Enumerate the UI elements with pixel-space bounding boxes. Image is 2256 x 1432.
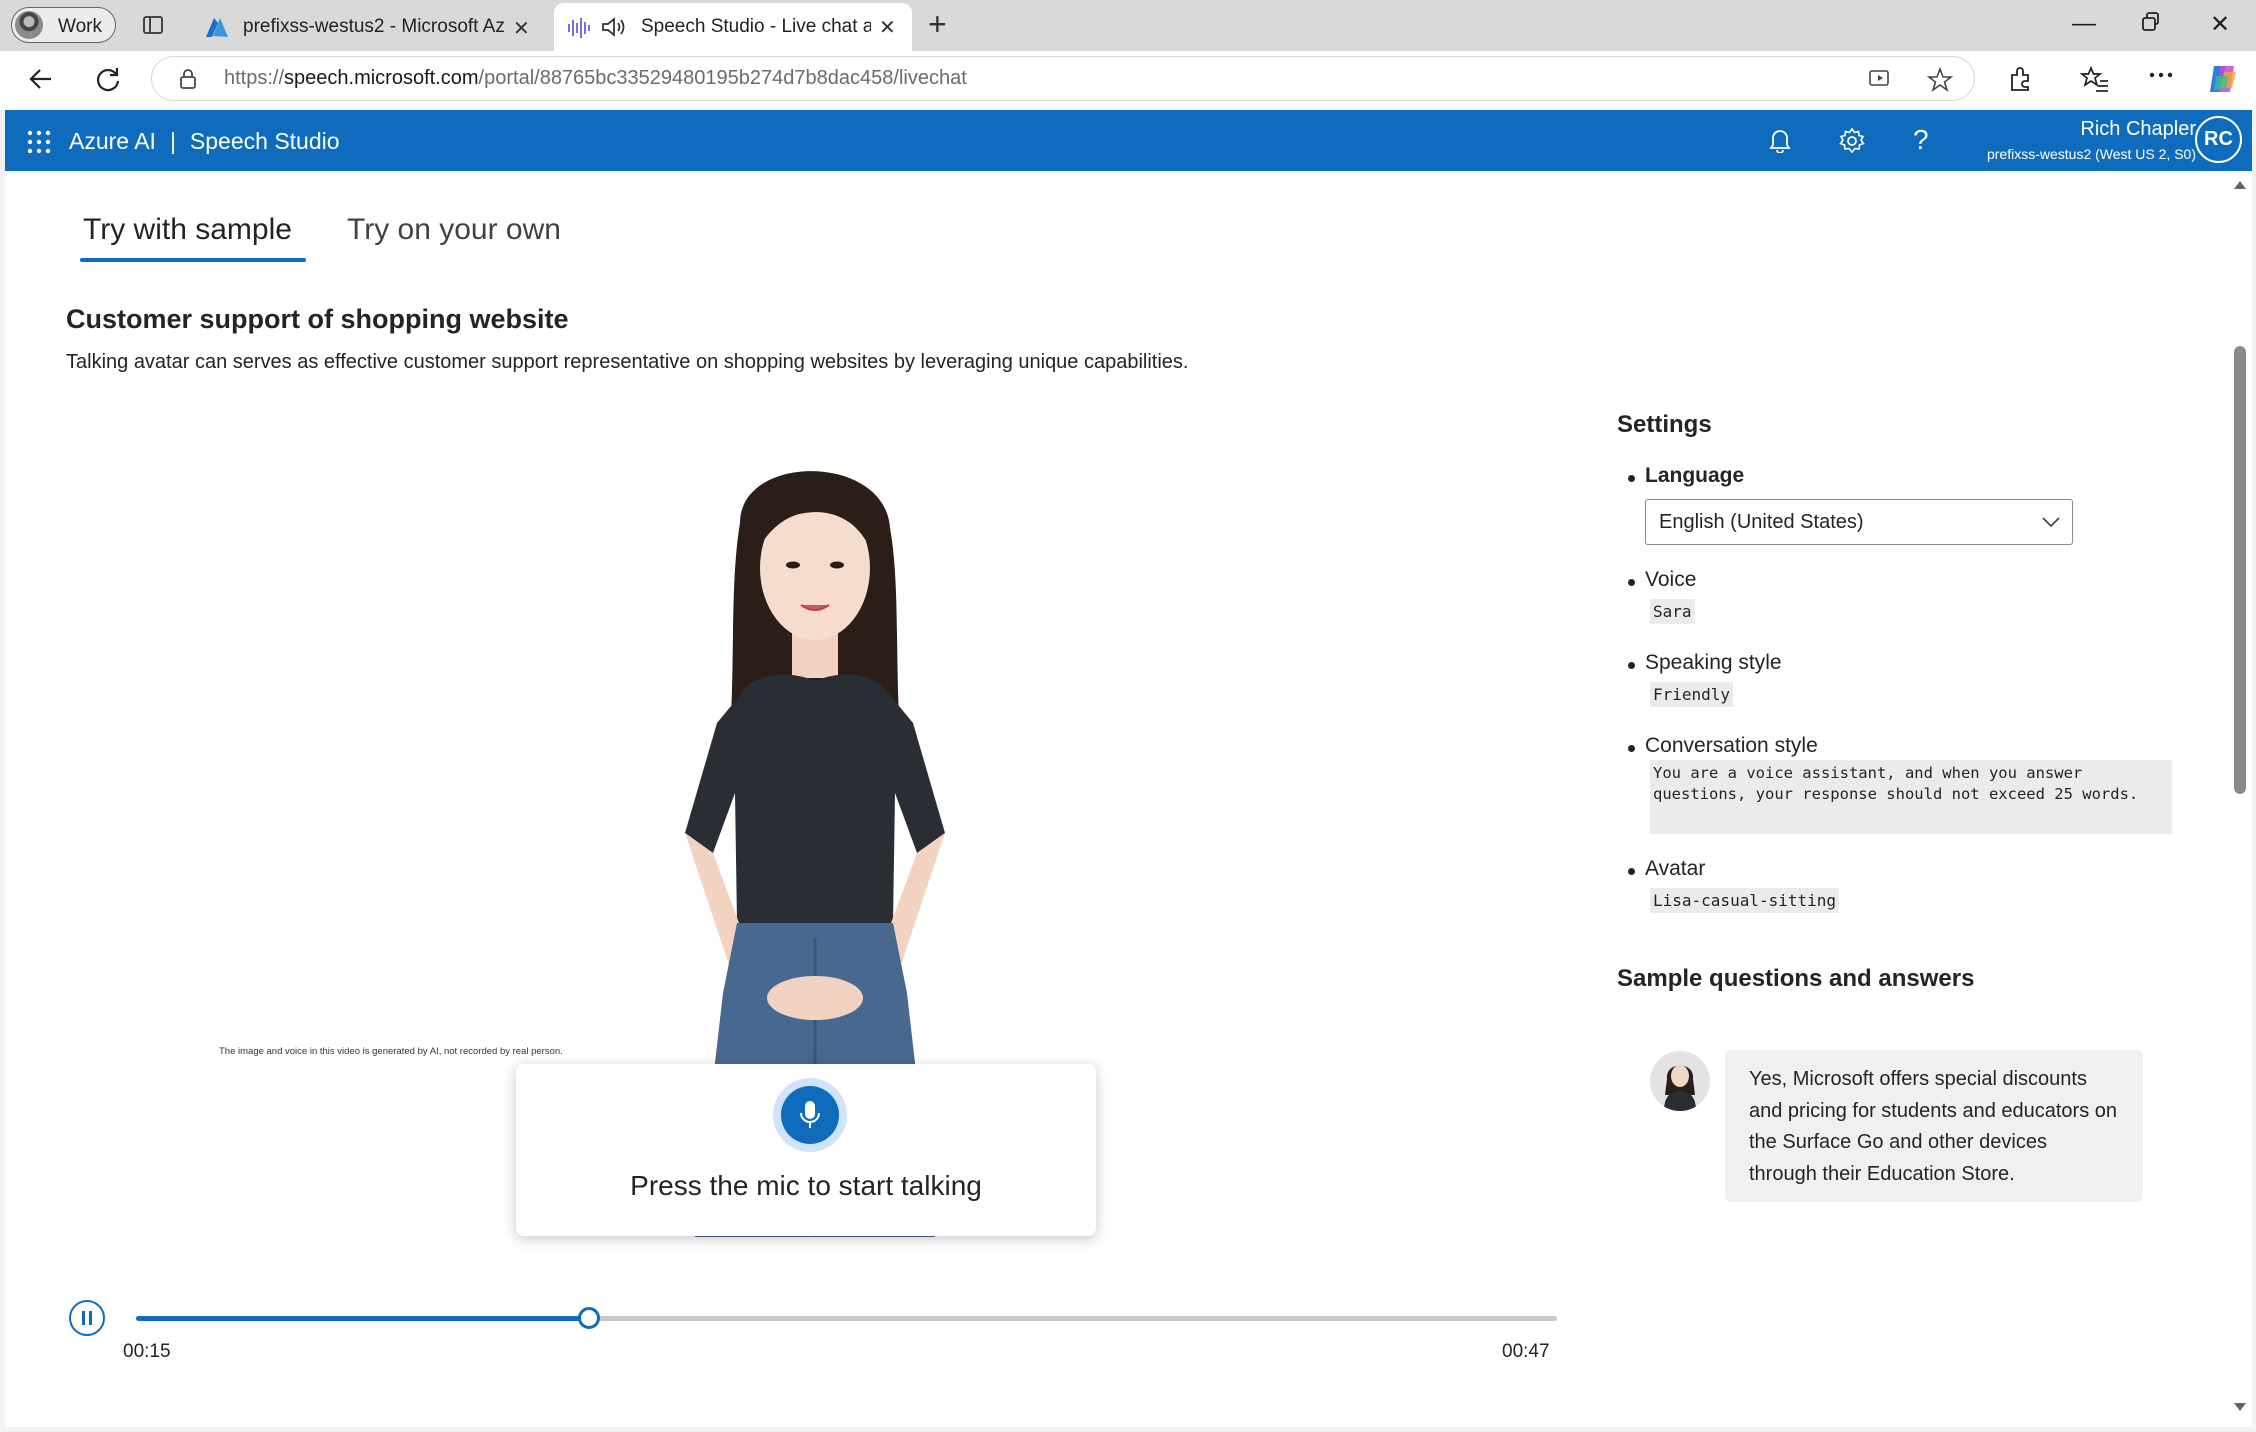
tab-try-on-your-own[interactable]: Try on your own	[347, 213, 561, 247]
voice-value: Sara	[1650, 599, 1695, 624]
pause-button[interactable]	[69, 1300, 105, 1336]
progress-track[interactable]	[136, 1316, 1557, 1321]
qa-title: Sample questions and answers	[1617, 965, 1975, 992]
pause-icon	[82, 1311, 92, 1325]
bullet	[1628, 662, 1635, 669]
copilot-icon[interactable]	[2206, 62, 2240, 96]
selected-tab-indicator	[80, 258, 306, 262]
language-select[interactable]: English (United States)	[1645, 499, 2073, 545]
extensions-icon[interactable]	[2007, 65, 2035, 93]
tab-actions-icon[interactable]	[142, 14, 164, 36]
azure-logo-icon	[205, 17, 229, 39]
avatar-value: Lisa-casual-sitting	[1650, 888, 1840, 913]
scrollbar-thumb[interactable]	[2234, 346, 2246, 794]
app-header: Azure AI | Speech Studio ? Rich Chapler pr…	[5, 110, 2252, 171]
progress-fill	[136, 1316, 590, 1321]
language-value: English (United States)	[1659, 511, 1864, 533]
browser-tab-strip: Work prefixss-westus2 - Microsoft Azure …	[0, 0, 2256, 51]
close-tab-icon[interactable]: ✕	[513, 16, 530, 41]
mic-card: Press the mic to start talking	[516, 1064, 1096, 1236]
page-scrollbar[interactable]	[2229, 171, 2252, 1427]
section-description: Talking avatar can serves as effective c…	[66, 351, 1189, 373]
user-name: Rich Chapler	[2080, 118, 2196, 140]
settings-title: Settings	[1617, 411, 1712, 438]
notifications-bell-icon[interactable]	[1768, 127, 1792, 153]
audio-playing-icon[interactable]	[600, 16, 626, 38]
restore-icon[interactable]	[2141, 10, 2161, 34]
microphone-icon	[800, 1101, 820, 1128]
mic-button[interactable]	[781, 1086, 839, 1144]
assistant-avatar	[1650, 1051, 1710, 1111]
tab-title: prefixss-westus2 - Microsoft Azure	[243, 16, 505, 37]
speech-studio-icon	[566, 16, 592, 40]
refresh-icon[interactable]	[94, 65, 122, 93]
scroll-down-arrow-icon[interactable]	[2234, 1403, 2246, 1411]
settings-gear-icon[interactable]	[1838, 127, 1866, 155]
user-info[interactable]: Rich Chapler prefixss-westus2 (West US 2…	[1987, 118, 2196, 162]
language-label: Language	[1645, 464, 1745, 487]
scroll-up-arrow-icon[interactable]	[2234, 181, 2246, 189]
brand-speech-studio: Speech Studio	[189, 128, 340, 154]
more-options-icon[interactable]	[2148, 71, 2174, 79]
section-title: Customer support of shopping website	[66, 304, 569, 334]
bullet	[1628, 475, 1635, 482]
answer-bubble: Yes, Microsoft offers special discounts …	[1725, 1050, 2143, 1202]
url-text: https://speech.microsoft.com/portal/8876…	[224, 67, 967, 89]
speaking-style-label: Speaking style	[1645, 651, 1782, 674]
bullet	[1628, 579, 1635, 586]
bullet	[1628, 868, 1635, 875]
bullet	[1628, 745, 1635, 752]
browser-toolbar: https://speech.microsoft.com/portal/8876…	[0, 51, 2256, 110]
tab-azure-portal[interactable]: prefixss-westus2 - Microsoft Azure ✕	[193, 8, 549, 51]
chevron-down-icon	[2042, 516, 2060, 528]
brand[interactable]: Azure AI | Speech Studio	[69, 128, 340, 155]
current-time: 00:15	[123, 1341, 171, 1362]
duration: 00:47	[1502, 1341, 1550, 1362]
brand-azure-ai: Azure AI	[69, 128, 156, 154]
user-resource: prefixss-westus2 (West US 2, S0)	[1986, 146, 2196, 162]
app-available-icon[interactable]	[1868, 68, 1892, 90]
page-content: Try with sample Try on your own Customer…	[5, 171, 2229, 1427]
profile-label: Work	[58, 16, 102, 37]
help-icon[interactable]: ?	[1913, 124, 1929, 156]
tab-try-with-sample[interactable]: Try with sample	[83, 213, 292, 247]
speaking-style-value: Friendly	[1650, 682, 1734, 707]
window-close-icon[interactable]: ✕	[2210, 10, 2230, 39]
conversation-style-label: Conversation style	[1645, 734, 1818, 757]
conversation-style-value: You are a voice assistant, and when you …	[1650, 760, 2172, 834]
brand-separator: |	[169, 128, 176, 154]
tab-speech-studio[interactable]: Speech Studio - Live chat avatar ✕	[554, 3, 912, 51]
ai-disclaimer: The image and voice in this video is gen…	[219, 1046, 563, 1057]
profile-avatar	[15, 11, 43, 39]
address-bar[interactable]: https://speech.microsoft.com/portal/8876…	[151, 56, 1975, 101]
profile-button[interactable]: Work	[11, 7, 116, 43]
favorite-star-icon[interactable]	[1927, 67, 1953, 93]
new-tab-button[interactable]: +	[928, 6, 947, 43]
user-avatar[interactable]: RC	[2195, 116, 2242, 163]
avatar-label: Avatar	[1645, 857, 1706, 880]
minimize-icon[interactable]: —	[2072, 10, 2096, 38]
app-launcher-icon[interactable]	[27, 130, 51, 154]
progress-thumb[interactable]	[578, 1307, 601, 1329]
back-arrow-icon[interactable]	[27, 65, 55, 93]
close-tab-icon[interactable]: ✕	[879, 15, 896, 40]
lock-icon[interactable]	[178, 68, 198, 90]
tab-title: Speech Studio - Live chat avatar	[641, 16, 871, 37]
mic-prompt: Press the mic to start talking	[630, 1170, 982, 1201]
voice-label: Voice	[1645, 568, 1697, 591]
favorites-icon[interactable]	[2080, 65, 2110, 93]
